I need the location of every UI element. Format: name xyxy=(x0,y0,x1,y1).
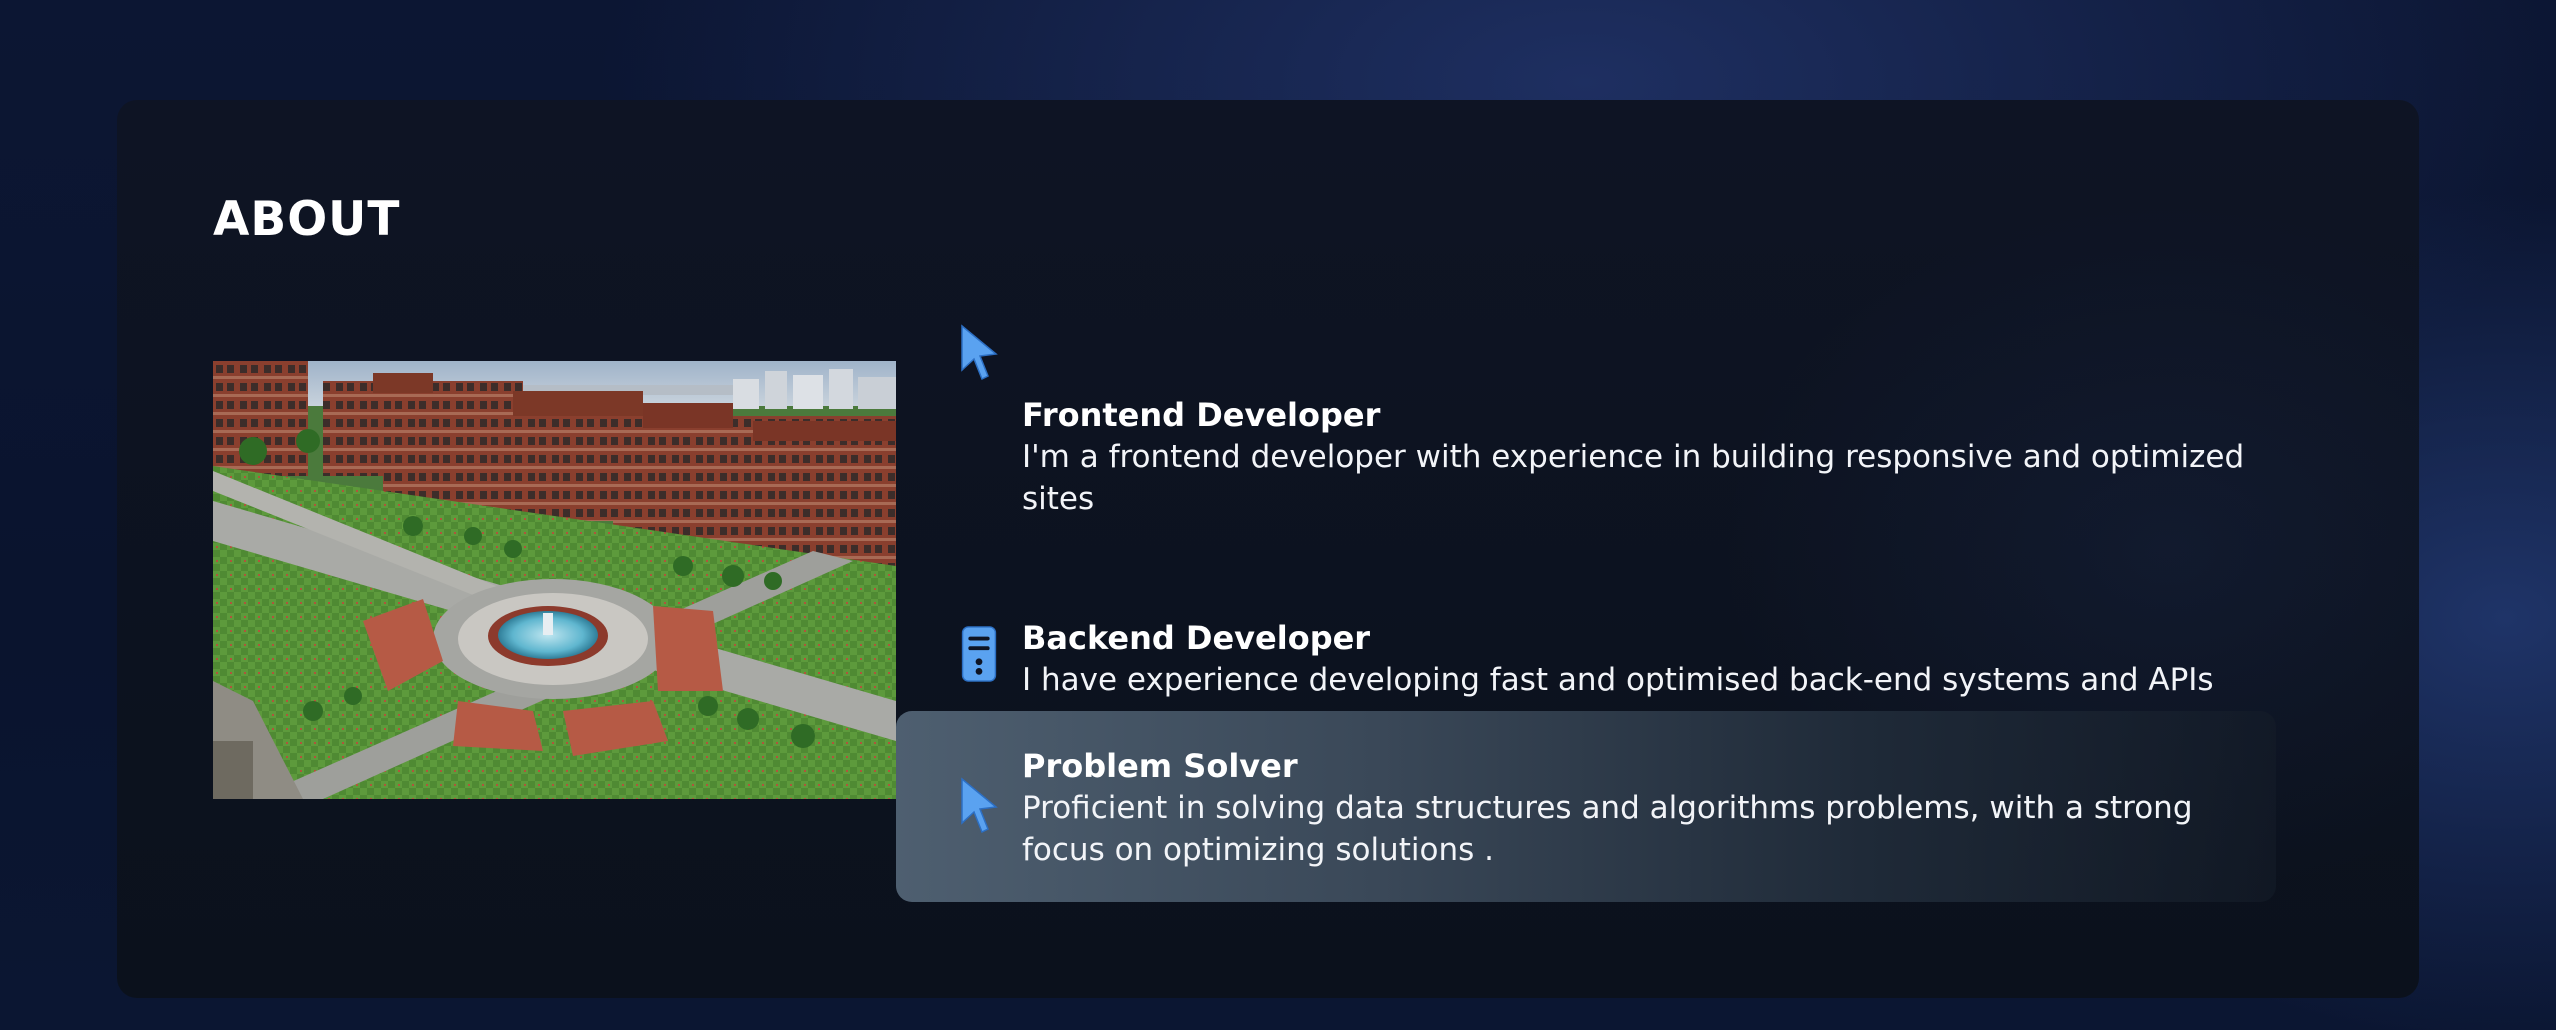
skill-text: Problem Solver Proficient in solving dat… xyxy=(1022,745,2246,871)
cursor-arrow-icon xyxy=(961,324,998,381)
skill-heading: Problem Solver xyxy=(1022,747,1298,785)
section-title: ABOUT xyxy=(213,192,401,247)
skill-description: Proficient in solving data structures an… xyxy=(1022,790,2193,868)
about-card: ABOUT Frontend Developer I'm a frontend … xyxy=(117,100,2419,998)
skill-heading: Frontend Developer xyxy=(1022,396,1381,434)
skill-heading: Backend Developer xyxy=(1022,619,1371,657)
campus-photo xyxy=(213,361,896,799)
skill-item-backend: Backend Developer I have experience deve… xyxy=(896,507,2276,698)
skill-item-problem-solver[interactable]: Problem Solver Proficient in solving dat… xyxy=(896,711,2276,902)
skill-item-frontend: Frontend Developer I'm a frontend develo… xyxy=(896,280,2276,517)
cursor-arrow-icon xyxy=(961,777,998,834)
skill-text: Backend Developer I have experience deve… xyxy=(1022,617,2246,701)
skill-description: I have experience developing fast and op… xyxy=(1022,662,2214,698)
skill-text: Frontend Developer I'm a frontend develo… xyxy=(1022,394,2246,520)
server-icon xyxy=(961,626,997,682)
campus-photo-illustration xyxy=(213,361,896,799)
